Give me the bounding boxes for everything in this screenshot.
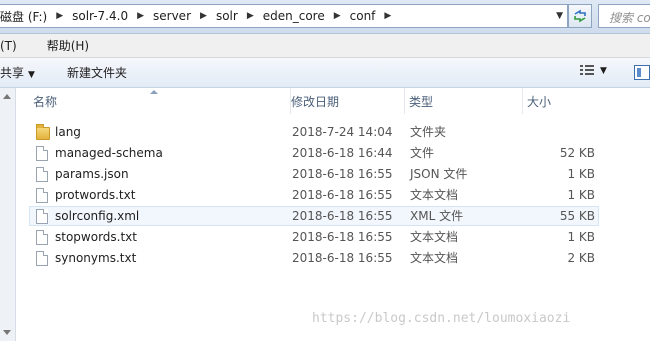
file-name: params.json — [55, 167, 129, 181]
view-icon — [580, 65, 594, 75]
file-icon — [36, 167, 48, 182]
breadcrumb-eden-core[interactable]: eden_core — [258, 9, 330, 23]
address-bar[interactable]: 磁盘 (F:) ▶ solr-7.4.0 ▶ server ▶ solr ▶ e… — [0, 4, 568, 28]
file-size: 2 KB — [567, 251, 595, 265]
scroll-up-icon[interactable] — [3, 94, 11, 99]
chevron-down-icon: ▼ — [600, 65, 607, 76]
file-date: 2018-6-18 16:44 — [292, 146, 393, 160]
view-options-button[interactable]: ▼ — [580, 65, 607, 76]
refresh-button[interactable] — [568, 4, 592, 28]
file-row-synonyms[interactable]: synonyms.txt 2018-6-18 16:55 文本文档 2 KB — [29, 248, 599, 268]
file-type: 文本文档 — [410, 230, 459, 244]
file-date: 2018-6-18 16:55 — [292, 188, 393, 202]
column-date-modified[interactable]: 修改日期 — [291, 88, 405, 114]
scroll-down-icon[interactable] — [3, 330, 11, 335]
breadcrumb-separator-icon[interactable]: ▶ — [380, 11, 395, 21]
file-name: solrconfig.xml — [55, 209, 140, 223]
file-row-params-json[interactable]: params.json 2018-6-18 16:55 JSON 文件 1 KB — [29, 164, 599, 184]
file-size: 1 KB — [567, 167, 595, 181]
file-row-managed-schema[interactable]: managed-schema 2018-6-18 16:44 文件 52 KB — [29, 143, 599, 163]
breadcrumb-separator-icon[interactable]: ▶ — [133, 11, 148, 21]
address-dropdown-icon[interactable]: ▼ — [556, 11, 563, 21]
file-type: 文件 — [410, 146, 435, 160]
file-row-solrconfig[interactable]: solrconfig.xml 2018-6-18 16:55 XML 文件 55… — [29, 206, 599, 226]
file-row-lang[interactable]: lang 2018-7-24 14:04 文件夹 — [29, 122, 599, 142]
file-name: protwords.txt — [55, 188, 136, 202]
nav-pane-scrollbar[interactable] — [0, 88, 16, 341]
breadcrumb-separator-icon[interactable]: ▶ — [196, 11, 211, 21]
file-icon — [36, 146, 48, 161]
file-name: managed-schema — [55, 146, 163, 160]
file-name: synonyms.txt — [55, 251, 137, 265]
breadcrumb-separator-icon[interactable]: ▶ — [330, 11, 345, 21]
file-type: 文本文档 — [410, 188, 459, 202]
file-icon — [36, 230, 48, 245]
search-input[interactable]: 搜索 co — [598, 4, 650, 28]
share-button[interactable]: 共享 ▼ — [0, 64, 41, 81]
file-date: 2018-6-18 16:55 — [292, 251, 393, 265]
menu-bar: (T) 帮助(H) — [0, 34, 650, 58]
column-name[interactable]: 名称 — [33, 88, 291, 114]
file-icon — [36, 209, 48, 224]
breadcrumb-solr-dir[interactable]: solr-7.4.0 — [67, 9, 133, 23]
file-size: 1 KB — [567, 188, 595, 202]
breadcrumb-separator-icon[interactable]: ▶ — [52, 11, 67, 21]
file-date: 2018-6-18 16:55 — [292, 167, 393, 181]
folder-icon — [36, 124, 50, 140]
file-row-protwords[interactable]: protwords.txt 2018-6-18 16:55 文本文档 1 KB — [29, 185, 599, 205]
file-date: 2018-6-18 16:55 — [292, 230, 393, 244]
breadcrumb-server[interactable]: server — [148, 9, 196, 23]
file-name: stopwords.txt — [55, 230, 137, 244]
breadcrumb-conf[interactable]: conf — [345, 9, 381, 23]
share-label: 共享 — [0, 66, 25, 80]
breadcrumb-solr[interactable]: solr — [211, 9, 243, 23]
column-size[interactable]: 大小 — [527, 88, 597, 114]
breadcrumb-drive[interactable]: 磁盘 (F:) — [0, 8, 52, 25]
chevron-down-icon: ▼ — [28, 70, 35, 80]
file-name: lang — [55, 125, 81, 139]
file-icon — [36, 251, 48, 266]
column-type[interactable]: 类型 — [409, 88, 523, 114]
new-folder-button[interactable]: 新建文件夹 — [61, 64, 133, 81]
menu-tools[interactable]: (T) — [0, 39, 23, 53]
menu-help[interactable]: 帮助(H) — [41, 37, 95, 54]
file-type: XML 文件 — [410, 209, 464, 223]
file-type: JSON 文件 — [410, 167, 468, 181]
refresh-icon — [574, 9, 586, 23]
breadcrumb-separator-icon[interactable]: ▶ — [243, 11, 258, 21]
address-row: 磁盘 (F:) ▶ solr-7.4.0 ▶ server ▶ solr ▶ e… — [0, 0, 650, 34]
file-type: 文本文档 — [410, 251, 459, 265]
command-toolbar: 共享 ▼ 新建文件夹 ▼ — [0, 58, 650, 88]
watermark-text: https://blog.csdn.net/loumoxiaozi — [312, 311, 571, 326]
preview-pane-button[interactable] — [634, 65, 650, 80]
file-size: 1 KB — [567, 230, 595, 244]
file-row-stopwords[interactable]: stopwords.txt 2018-6-18 16:55 文本文档 1 KB — [29, 227, 599, 247]
file-size: 55 KB — [559, 209, 595, 223]
file-size: 52 KB — [559, 146, 595, 160]
file-date: 2018-7-24 14:04 — [292, 125, 393, 139]
file-type: 文件夹 — [410, 125, 447, 139]
file-date: 2018-6-18 16:55 — [292, 209, 393, 223]
column-header-row: 名称 修改日期 类型 大小 — [17, 88, 650, 114]
file-icon — [36, 188, 48, 203]
